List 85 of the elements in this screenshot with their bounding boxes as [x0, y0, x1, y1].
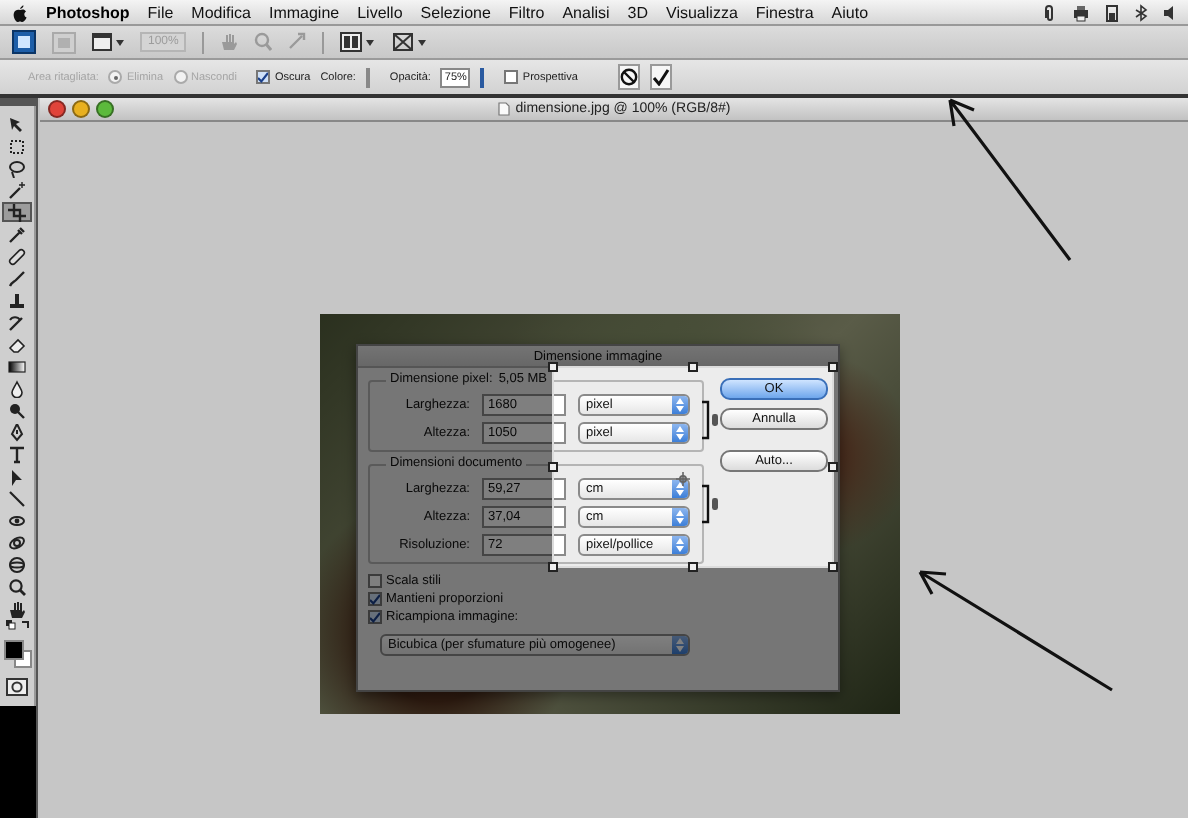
- menu-item[interactable]: Livello: [357, 3, 403, 21]
- crop-handle[interactable]: [548, 462, 558, 472]
- link-bracket-icon: [702, 483, 722, 523]
- hand-icon: [220, 32, 239, 52]
- battery-icon: [1106, 3, 1118, 21]
- radio-button[interactable]: [108, 70, 123, 84]
- pen-icon[interactable]: [8, 423, 26, 441]
- checkbox[interactable]: [256, 70, 271, 84]
- stepper-arrows-icon: [676, 638, 684, 652]
- quick-mask-icon[interactable]: [6, 678, 28, 696]
- eyedropper-icon[interactable]: [8, 225, 26, 243]
- line-tool-icon[interactable]: [8, 489, 26, 507]
- printer-icon: [1072, 3, 1090, 21]
- swap-colors-icon: [5, 620, 29, 632]
- close-button[interactable]: [48, 100, 66, 118]
- menu-item[interactable]: Modifica: [191, 3, 251, 21]
- rotate-view-icon: [288, 32, 307, 52]
- path-selection-icon[interactable]: [8, 467, 26, 485]
- dodge-icon[interactable]: [8, 401, 26, 419]
- zoom-button[interactable]: [96, 100, 114, 118]
- menu-item[interactable]: File: [147, 3, 174, 21]
- rotate-3d-icon[interactable]: [8, 511, 26, 529]
- menu-item[interactable]: Analisi: [562, 3, 610, 21]
- gradient-icon[interactable]: [8, 357, 26, 375]
- color-swatches-icon[interactable]: [3, 640, 31, 668]
- type-tool-icon[interactable]: [8, 445, 26, 463]
- app-menu[interactable]: Photoshop: [46, 3, 130, 21]
- zoom-tool-icon[interactable]: [8, 577, 26, 595]
- crop-handle[interactable]: [828, 562, 838, 572]
- menu-item[interactable]: Filtro: [508, 3, 545, 21]
- orbit-3d-icon[interactable]: [8, 533, 26, 551]
- magic-wand-icon[interactable]: [8, 181, 26, 199]
- apple-icon: [12, 3, 28, 21]
- paperclip-icon: [1042, 3, 1056, 21]
- brush-icon[interactable]: [8, 269, 26, 287]
- cancel-button[interactable]: [617, 64, 640, 90]
- stepper-arrows-icon: [676, 538, 684, 552]
- stepper-arrows-icon: [676, 398, 684, 412]
- stepper-arrows-icon: [676, 426, 684, 440]
- bandage-icon[interactable]: [8, 247, 26, 265]
- commit-button[interactable]: [649, 64, 672, 90]
- checkbox[interactable]: [368, 610, 382, 624]
- minimize-button[interactable]: [72, 100, 90, 118]
- crop-handle[interactable]: [828, 462, 838, 472]
- crop-handle[interactable]: [688, 362, 698, 372]
- stepper-arrows-icon: [676, 482, 684, 496]
- hand-tool-icon[interactable]: [8, 599, 26, 617]
- crop-handle[interactable]: [548, 562, 558, 572]
- screen-mode-icon: [392, 32, 429, 52]
- bridge-icon: [52, 31, 76, 53]
- crosshair-icon: [676, 472, 690, 486]
- menu-item[interactable]: Selezione: [420, 3, 491, 21]
- zoom-icon: [254, 32, 273, 52]
- menu-item[interactable]: Aiuto: [831, 3, 869, 21]
- window-layout-icon: [92, 32, 124, 52]
- marquee-tool-icon[interactable]: [8, 137, 26, 155]
- bluetooth-icon: [1134, 3, 1148, 21]
- stamp-icon[interactable]: [8, 291, 26, 309]
- volume-icon: [1164, 3, 1176, 21]
- arrange-documents-icon: [340, 32, 377, 52]
- crop-handle[interactable]: [548, 362, 558, 372]
- menu-item[interactable]: Immagine: [268, 3, 340, 21]
- menu-item[interactable]: Finestra: [755, 3, 814, 21]
- crop-tool-icon[interactable]: [8, 203, 26, 221]
- eraser-icon[interactable]: [8, 335, 26, 353]
- history-brush-icon[interactable]: [8, 313, 26, 331]
- document-icon: [497, 102, 510, 116]
- radio-button[interactable]: [173, 70, 188, 84]
- crop-handle[interactable]: [828, 362, 838, 372]
- checkmark-icon: [258, 71, 269, 83]
- checkmark-icon: [651, 68, 670, 86]
- sphere-3d-icon[interactable]: [8, 555, 26, 573]
- link-bracket-icon: [702, 399, 722, 439]
- blur-icon[interactable]: [8, 379, 26, 397]
- menu-item[interactable]: 3D: [627, 3, 649, 21]
- lasso-tool-icon[interactable]: [8, 159, 26, 177]
- checkbox[interactable]: [504, 70, 519, 84]
- checkbox[interactable]: [368, 574, 382, 588]
- crop-handle[interactable]: [688, 562, 698, 572]
- checkbox[interactable]: [368, 592, 382, 606]
- app-logo-icon: [12, 30, 36, 54]
- menu-item[interactable]: Visualizza: [666, 3, 738, 21]
- move-tool-icon[interactable]: [8, 115, 26, 133]
- cancel-icon: [619, 68, 638, 86]
- stepper-arrows-icon: [676, 510, 684, 524]
